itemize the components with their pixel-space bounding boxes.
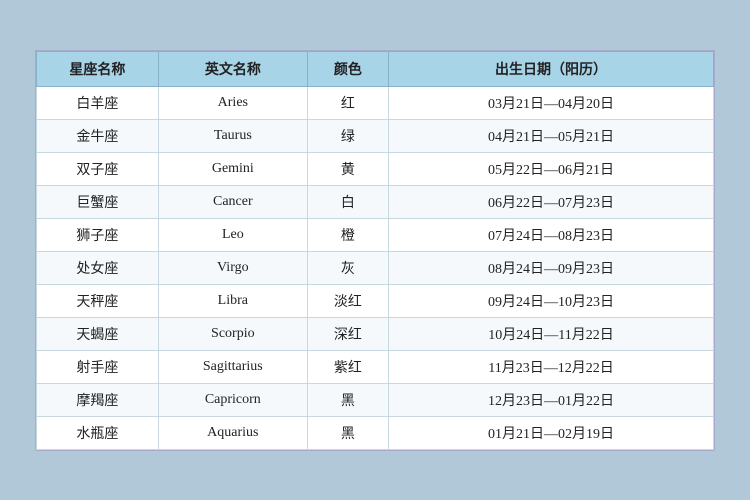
table-row: 天秤座Libra淡红09月24日—10月23日: [37, 284, 714, 317]
table-row: 白羊座Aries红03月21日—04月20日: [37, 86, 714, 119]
cell-chinese: 金牛座: [37, 119, 159, 152]
header-chinese: 星座名称: [37, 51, 159, 86]
cell-color: 淡红: [307, 284, 388, 317]
cell-english: Aquarius: [158, 416, 307, 449]
cell-date: 01月21日—02月19日: [389, 416, 714, 449]
cell-color: 黑: [307, 416, 388, 449]
cell-color: 紫红: [307, 350, 388, 383]
header-english: 英文名称: [158, 51, 307, 86]
cell-chinese: 天蝎座: [37, 317, 159, 350]
cell-date: 08月24日—09月23日: [389, 251, 714, 284]
cell-color: 白: [307, 185, 388, 218]
cell-color: 红: [307, 86, 388, 119]
cell-chinese: 白羊座: [37, 86, 159, 119]
table-header-row: 星座名称 英文名称 颜色 出生日期（阳历）: [37, 51, 714, 86]
cell-english: Scorpio: [158, 317, 307, 350]
cell-english: Cancer: [158, 185, 307, 218]
cell-color: 黑: [307, 383, 388, 416]
table-row: 处女座Virgo灰08月24日—09月23日: [37, 251, 714, 284]
cell-chinese: 处女座: [37, 251, 159, 284]
table-row: 天蝎座Scorpio深红10月24日—11月22日: [37, 317, 714, 350]
cell-chinese: 摩羯座: [37, 383, 159, 416]
cell-english: Libra: [158, 284, 307, 317]
cell-color: 深红: [307, 317, 388, 350]
cell-english: Sagittarius: [158, 350, 307, 383]
cell-color: 黄: [307, 152, 388, 185]
cell-english: Virgo: [158, 251, 307, 284]
cell-date: 06月22日—07月23日: [389, 185, 714, 218]
table-row: 巨蟹座Cancer白06月22日—07月23日: [37, 185, 714, 218]
cell-chinese: 双子座: [37, 152, 159, 185]
cell-date: 09月24日—10月23日: [389, 284, 714, 317]
cell-english: Gemini: [158, 152, 307, 185]
cell-date: 11月23日—12月22日: [389, 350, 714, 383]
cell-date: 10月24日—11月22日: [389, 317, 714, 350]
cell-date: 12月23日—01月22日: [389, 383, 714, 416]
cell-date: 05月22日—06月21日: [389, 152, 714, 185]
cell-date: 07月24日—08月23日: [389, 218, 714, 251]
table-row: 水瓶座Aquarius黑01月21日—02月19日: [37, 416, 714, 449]
cell-chinese: 狮子座: [37, 218, 159, 251]
cell-date: 03月21日—04月20日: [389, 86, 714, 119]
cell-chinese: 天秤座: [37, 284, 159, 317]
zodiac-table: 星座名称 英文名称 颜色 出生日期（阳历） 白羊座Aries红03月21日—04…: [36, 51, 714, 450]
cell-english: Leo: [158, 218, 307, 251]
table-row: 狮子座Leo橙07月24日—08月23日: [37, 218, 714, 251]
table-row: 射手座Sagittarius紫红11月23日—12月22日: [37, 350, 714, 383]
header-color: 颜色: [307, 51, 388, 86]
table-row: 双子座Gemini黄05月22日—06月21日: [37, 152, 714, 185]
table-row: 金牛座Taurus绿04月21日—05月21日: [37, 119, 714, 152]
header-date: 出生日期（阳历）: [389, 51, 714, 86]
cell-chinese: 巨蟹座: [37, 185, 159, 218]
cell-english: Aries: [158, 86, 307, 119]
zodiac-table-container: 星座名称 英文名称 颜色 出生日期（阳历） 白羊座Aries红03月21日—04…: [35, 50, 715, 451]
cell-chinese: 水瓶座: [37, 416, 159, 449]
cell-chinese: 射手座: [37, 350, 159, 383]
cell-english: Taurus: [158, 119, 307, 152]
table-body: 白羊座Aries红03月21日—04月20日金牛座Taurus绿04月21日—0…: [37, 86, 714, 449]
cell-date: 04月21日—05月21日: [389, 119, 714, 152]
table-row: 摩羯座Capricorn黑12月23日—01月22日: [37, 383, 714, 416]
cell-color: 绿: [307, 119, 388, 152]
cell-english: Capricorn: [158, 383, 307, 416]
cell-color: 橙: [307, 218, 388, 251]
cell-color: 灰: [307, 251, 388, 284]
